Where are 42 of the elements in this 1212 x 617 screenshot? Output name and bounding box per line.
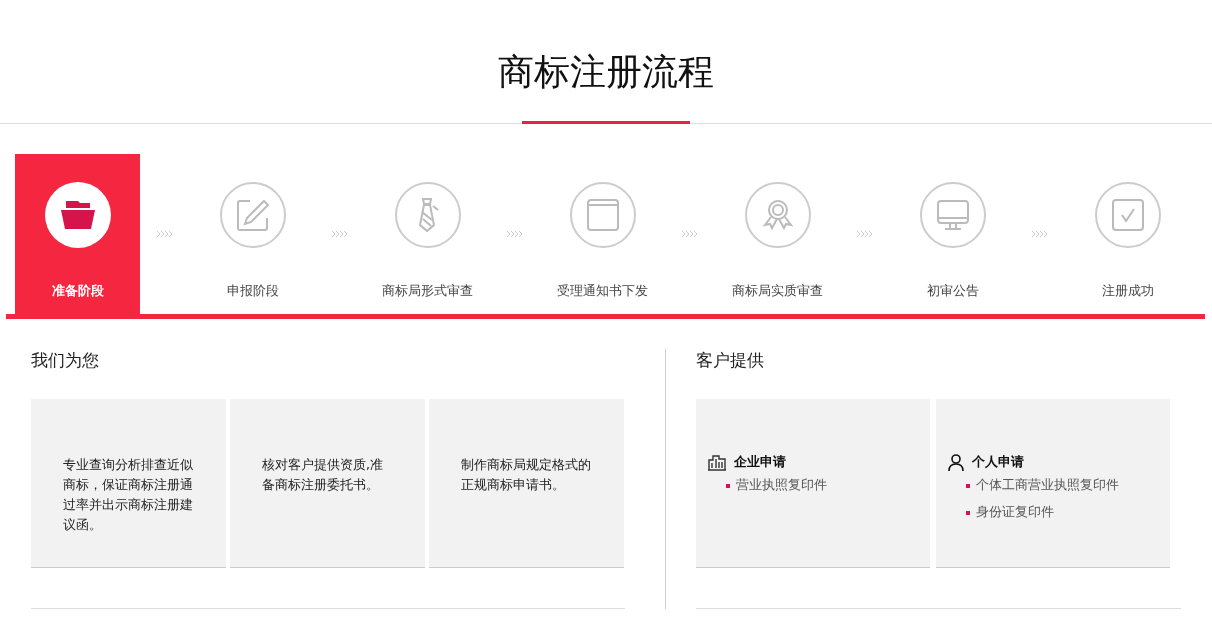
step-label: 准备阶段 — [51, 282, 104, 300]
step-label: 受理通知书下发 — [557, 282, 648, 300]
chevrons-icon — [506, 230, 524, 238]
chevrons-icon — [681, 230, 699, 238]
building-icon — [708, 453, 726, 471]
step-label: 注册成功 — [1101, 282, 1154, 300]
chevrons-icon — [331, 230, 349, 238]
process-step[interactable]: 商标局形式审查 — [365, 154, 490, 314]
card-text: 专业查询分析排查近似商标，保证商标注册通过率并出示商标注册建议函。 — [63, 456, 194, 534]
chevrons-icon — [156, 230, 174, 238]
pencil-icon — [235, 198, 270, 232]
process-step[interactable]: 注册成功 — [1065, 154, 1190, 314]
card-title: 企业申请 — [734, 453, 786, 471]
bullet-icon — [726, 483, 730, 488]
process-step[interactable]: 初审公告 — [890, 154, 1015, 314]
monitor-icon — [936, 199, 969, 231]
step-label: 申报阶段 — [226, 282, 279, 300]
section-heading: 我们为您 — [31, 349, 100, 372]
step-label: 商标局实质审查 — [732, 282, 823, 300]
bullet-icon — [966, 510, 970, 515]
section-heading: 客户提供 — [696, 349, 765, 372]
process-step[interactable]: 申报阶段 — [190, 154, 315, 314]
requirement-item: 身份证复印件 — [976, 504, 1054, 521]
card-text: 核对客户提供资质,准备商标注册委托书。 — [262, 456, 384, 494]
requirement-item: 个体工商营业执照复印件 — [976, 477, 1119, 494]
award-icon — [761, 199, 794, 231]
requirement-item: 营业执照复印件 — [736, 477, 827, 494]
process-step[interactable]: 准备阶段 — [15, 154, 140, 314]
chevrons-icon — [1031, 230, 1049, 238]
envelope-icon — [586, 199, 619, 231]
person-icon — [948, 453, 964, 471]
checkbox-icon — [1111, 199, 1144, 231]
folder-icon — [60, 201, 95, 229]
page-title: 商标注册流程 — [498, 50, 714, 94]
process-step[interactable]: 受理通知书下发 — [540, 154, 665, 314]
step-label: 商标局形式审查 — [382, 282, 473, 300]
chevrons-icon — [856, 230, 874, 238]
process-step[interactable]: 商标局实质审查 — [715, 154, 840, 314]
card-text: 制作商标局规定格式的正规商标申请书。 — [461, 456, 592, 494]
bullet-icon — [966, 483, 970, 488]
step-label: 初审公告 — [926, 282, 979, 300]
card-title: 个人申请 — [972, 453, 1024, 471]
